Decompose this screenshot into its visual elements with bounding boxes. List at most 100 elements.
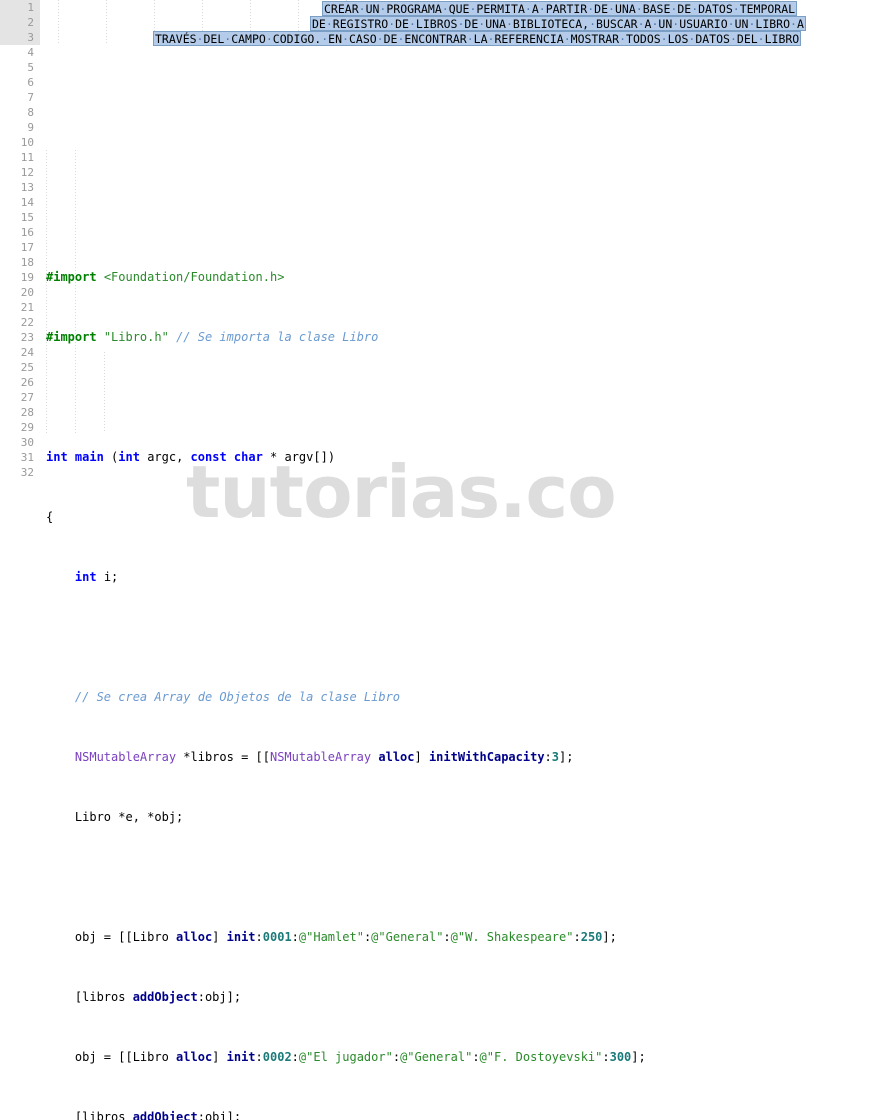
whitespace-dot: · (325, 17, 333, 31)
selected-line-1[interactable]: CREAR·UN·PROGRAMA·QUE·PERMITA·A·PARTIR·D… (322, 1, 798, 16)
code-line-7[interactable]: #import "Libro.h" // Se importa la clase… (46, 330, 646, 345)
token-plain: ( (103, 450, 119, 464)
line-number: 3 (27, 31, 34, 44)
token-selector: alloc (378, 750, 415, 764)
token-string: @"Hamlet" (298, 930, 364, 944)
token-preprocessor: #import (46, 330, 97, 344)
token-plain: [libros (46, 1110, 133, 1120)
token-number: 300 (609, 1050, 632, 1064)
whitespace-dot: · (408, 17, 416, 31)
whitespace-dot: · (457, 17, 465, 31)
token-plain: ]; (559, 750, 574, 764)
whitespace-dot: · (321, 32, 329, 46)
code-line[interactable] (46, 165, 646, 180)
code-line[interactable] (46, 630, 646, 645)
code-line-19[interactable]: obj = [[Libro alloc] init:0002:@"El juga… (46, 1050, 646, 1065)
token-string: "Libro.h" (103, 330, 169, 344)
token-type: NSMutableArray (74, 750, 177, 764)
line-number: 9 (27, 121, 34, 134)
selected-line-2-text: DE·REGISTRO·DE·LIBROS·DE·UNA·BIBLIOTECA,… (312, 17, 804, 31)
whitespace-dot: · (466, 32, 474, 46)
selected-line-3[interactable]: TRAVÉS·DEL·CAMPO·CODIGO.·EN·CASO·DE·ENCO… (153, 31, 802, 46)
code-line[interactable] (46, 390, 646, 405)
token-selector: initWithCapacity (428, 750, 545, 764)
whitespace-dot: · (670, 2, 678, 16)
code-line[interactable] (46, 75, 646, 90)
token-plain: : (602, 1050, 610, 1064)
token-plain: :obj]; (197, 1110, 242, 1120)
whitespace-dot: · (538, 2, 546, 16)
token-preprocessor: #import (46, 270, 97, 284)
whitespace-dot: · (637, 17, 645, 31)
code-line-18[interactable]: [libros addObject:obj]; (46, 990, 646, 1005)
code-line-13[interactable]: // Se crea Array de Objetos de la clase … (46, 690, 646, 705)
token-plain: ] (212, 1050, 227, 1064)
token-string: @"F. Dostoyevski" (479, 1050, 603, 1064)
token-plain: : (291, 1050, 299, 1064)
token-plain: : (472, 1050, 480, 1064)
code-line-15[interactable]: Libro *e, *obj; (46, 810, 646, 825)
selected-line-1-text: CREAR·UN·PROGRAMA·QUE·PERMITA·A·PARTIR·D… (324, 2, 796, 16)
whitespace-dot: · (619, 32, 627, 46)
whitespace-dot: · (441, 2, 449, 16)
token-plain: : (255, 930, 263, 944)
token-selector: addObject (132, 990, 198, 1004)
whitespace-dot: · (376, 32, 384, 46)
line-number: 1 (27, 1, 34, 14)
code-line-20[interactable]: [libros addObject:obj]; (46, 1110, 646, 1120)
token-selector: init (226, 930, 256, 944)
token-plain: obj = [[Libro (46, 1050, 177, 1064)
whitespace-dot: · (660, 32, 668, 46)
line-number: 10 (20, 136, 34, 149)
line-number: 19 (20, 271, 34, 284)
token-keyword: int (46, 450, 68, 464)
whitespace-dot: · (635, 2, 643, 16)
whitespace-dot: · (478, 17, 486, 31)
line-number: 2 (27, 16, 34, 29)
whitespace-dot: · (224, 32, 232, 46)
whitespace-dot: · (672, 17, 680, 31)
code-line-10[interactable]: { (46, 510, 646, 525)
whitespace-dot: · (790, 17, 797, 31)
code-line-11[interactable]: int i; (46, 570, 646, 585)
line-number: 20 (20, 286, 34, 299)
line-number: 14 (20, 196, 34, 209)
token-keyword: int (118, 450, 140, 464)
whitespace-dot: · (505, 17, 513, 31)
whitespace-dot: · (397, 32, 405, 46)
token-plain: ] (212, 930, 227, 944)
code-line[interactable] (46, 870, 646, 885)
token-plain: i; (96, 570, 119, 584)
whitespace-dot: · (757, 32, 765, 46)
token-type: NSMutableArray (269, 750, 372, 764)
whitespace-dot: · (358, 2, 366, 16)
code-line-9[interactable]: int main (int argc, const char * argv[]) (46, 450, 646, 465)
whitespace-dot: · (524, 2, 532, 16)
token-string: <Foundation/Foundation.h> (103, 270, 285, 284)
line-number: 27 (20, 391, 34, 404)
line-number: 11 (20, 151, 34, 164)
code-line-14[interactable]: NSMutableArray *libros = [[NSMutableArra… (46, 750, 646, 765)
code-line-6[interactable]: #import <Foundation/Foundation.h> (46, 270, 646, 285)
line-number: 22 (20, 316, 34, 329)
whitespace-dot: · (563, 32, 571, 46)
selected-line-2[interactable]: DE·REGISTRO·DE·LIBROS·DE·UNA·BIBLIOTECA,… (310, 16, 806, 31)
token-plain: { (46, 510, 54, 524)
line-number: 24 (20, 346, 34, 359)
code-editor[interactable]: tutorias.co 1 2 3 4 5 6 7 8 9 10 11 12 1… (0, 0, 880, 1120)
code-line-17[interactable]: obj = [[Libro alloc] init:0001:@"Hamlet"… (46, 930, 646, 945)
whitespace-dot: · (469, 2, 477, 16)
code-line[interactable] (46, 120, 646, 135)
whitespace-dot: · (608, 2, 615, 16)
token-selector: alloc (176, 1050, 213, 1064)
whitespace-dot: · (196, 32, 204, 46)
whitespace-dot: · (729, 32, 737, 46)
code-line[interactable] (46, 210, 646, 225)
token-plain: : (291, 930, 299, 944)
code-content[interactable]: #import <Foundation/Foundation.h> #impor… (46, 0, 646, 1120)
line-number: 23 (20, 331, 34, 344)
